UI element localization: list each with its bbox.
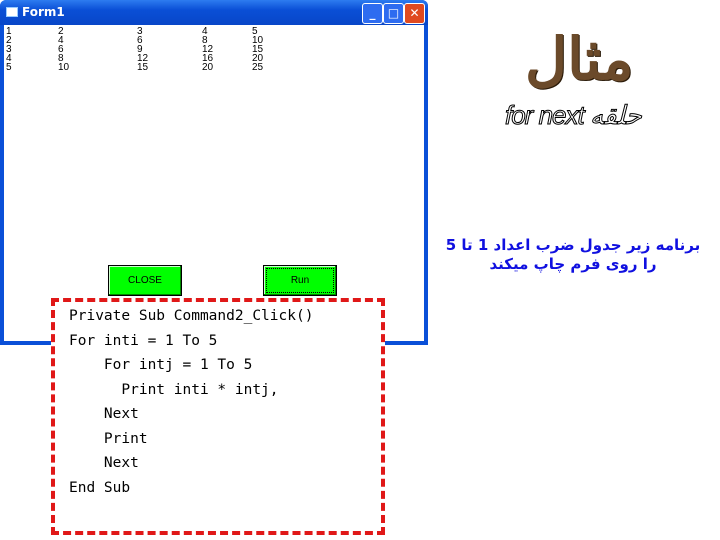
- close-button[interactable]: CLOSE: [108, 265, 182, 296]
- window-title: Form1: [22, 5, 65, 19]
- description: برنامه زیر جدول ضرب اعداد 1 تا 5 را روی …: [428, 236, 718, 274]
- minimize-button[interactable]: _: [362, 3, 383, 24]
- subheading: for next حلقه: [505, 100, 644, 131]
- table-cell: 10: [58, 62, 70, 73]
- title-bar[interactable]: Form1 _ □ ✕: [0, 0, 428, 25]
- table-cell: 25: [252, 62, 264, 73]
- close-window-button[interactable]: ✕: [404, 3, 425, 24]
- table-cell: 20: [202, 62, 214, 73]
- description-line-1: برنامه زیر جدول ضرب اعداد 1 تا 5: [445, 236, 701, 254]
- maximize-button[interactable]: □: [383, 3, 404, 24]
- code-line: For intj = 1 To 5: [69, 357, 253, 373]
- code-line: Private Sub Command2_Click(): [69, 308, 314, 324]
- code-line: Next: [69, 406, 139, 422]
- form1-window: Form1 _ □ ✕ 1 2 3 4 5 2 4 6 8 10 3 6 9 12 15 4 8 12 16 20 5 1…: [0, 0, 428, 345]
- code-line: For inti = 1 To 5: [69, 332, 218, 349]
- heading: مثال: [525, 25, 634, 93]
- form-client-area: 1 2 3 4 5 2 4 6 8 10 3 6 9 12 15 4 8 12 16 20 5 10 15 20 25 CLOS…: [4, 25, 424, 341]
- code-line: Next: [69, 455, 139, 471]
- description-line-2: را روی فرم چاپ میکند: [489, 255, 657, 273]
- table-cell: 5: [6, 62, 12, 73]
- code-listing: Private Sub Command2_Click() For inti = 1…: [51, 298, 385, 535]
- code-line: Print: [69, 430, 148, 447]
- form-icon: [6, 7, 18, 17]
- table-cell: 15: [137, 62, 149, 73]
- code-line: End Sub: [69, 479, 131, 496]
- code-line: Print inti * intj,: [69, 381, 279, 398]
- run-button[interactable]: Run: [263, 265, 337, 296]
